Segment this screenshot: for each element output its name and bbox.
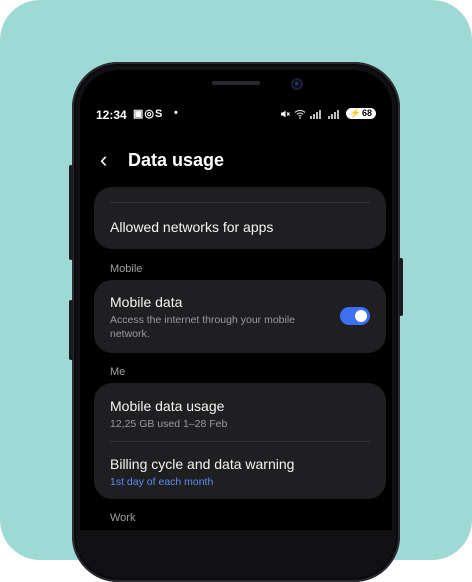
- section-header-me: Me: [110, 366, 126, 378]
- battery-level: 68: [361, 108, 372, 118]
- signal-icon-2: [327, 109, 342, 119]
- charging-icon: ⚡: [349, 108, 361, 118]
- side-button: [69, 300, 73, 360]
- notification-icons: ▣◎S: [133, 108, 164, 120]
- back-icon[interactable]: ‹: [100, 148, 126, 171]
- mobile-data-subtitle: Access the internet through your mobile …: [110, 314, 296, 340]
- page-header: ‹ Data usage: [100, 148, 225, 171]
- wifi-icon: [294, 109, 306, 119]
- section-header-mobile: Mobile: [110, 263, 143, 275]
- mobile-data-usage-subtitle: 12,25 GB used 1–28 Feb: [110, 418, 228, 430]
- signal-icon: [309, 109, 324, 119]
- mobile-data-title: Mobile data: [110, 294, 183, 310]
- mobile-data-usage-item[interactable]: Mobile data usage 12,25 GB used 1–28 Feb: [110, 398, 370, 431]
- billing-cycle-title: Billing cycle and data warning: [110, 456, 295, 472]
- divider: [110, 441, 370, 442]
- power-button: [399, 258, 403, 316]
- billing-cycle-subtitle: 1st day of each month: [110, 476, 214, 488]
- allowed-networks-label: Allowed networks for apps: [110, 219, 274, 235]
- more-notifications-dot: •: [174, 107, 178, 119]
- mobile-data-item[interactable]: Mobile data Access the internet through …: [110, 294, 316, 341]
- networks-card: Allowed networks for apps: [94, 187, 386, 249]
- mobile-data-usage-title: Mobile data usage: [110, 398, 225, 414]
- toggle-knob: [355, 310, 367, 322]
- volume-button: [69, 165, 73, 260]
- usage-card: Mobile data usage 12,25 GB used 1–28 Feb…: [94, 383, 386, 499]
- allowed-networks-item[interactable]: Allowed networks for apps: [110, 219, 370, 235]
- divider: [110, 202, 370, 203]
- mobile-data-toggle[interactable]: [340, 307, 370, 325]
- section-header-work: Work: [110, 512, 136, 524]
- status-time: 12:34: [96, 108, 127, 122]
- earpiece-speaker: [212, 81, 260, 85]
- battery-indicator: ⚡ 68: [345, 108, 376, 119]
- phone-screen: 12:34 ▣◎S • ⚡ 68 ‹ Data usage Allowed ne…: [80, 70, 392, 530]
- status-right: ⚡ 68: [280, 108, 376, 119]
- billing-cycle-item[interactable]: Billing cycle and data warning 1st day o…: [110, 456, 370, 489]
- mute-icon: [280, 110, 290, 117]
- mobile-card: Mobile data Access the internet through …: [94, 280, 386, 353]
- page-title: Data usage: [128, 150, 225, 170]
- front-camera: [291, 78, 303, 90]
- status-bar: 12:34 ▣◎S • ⚡ 68: [96, 107, 376, 122]
